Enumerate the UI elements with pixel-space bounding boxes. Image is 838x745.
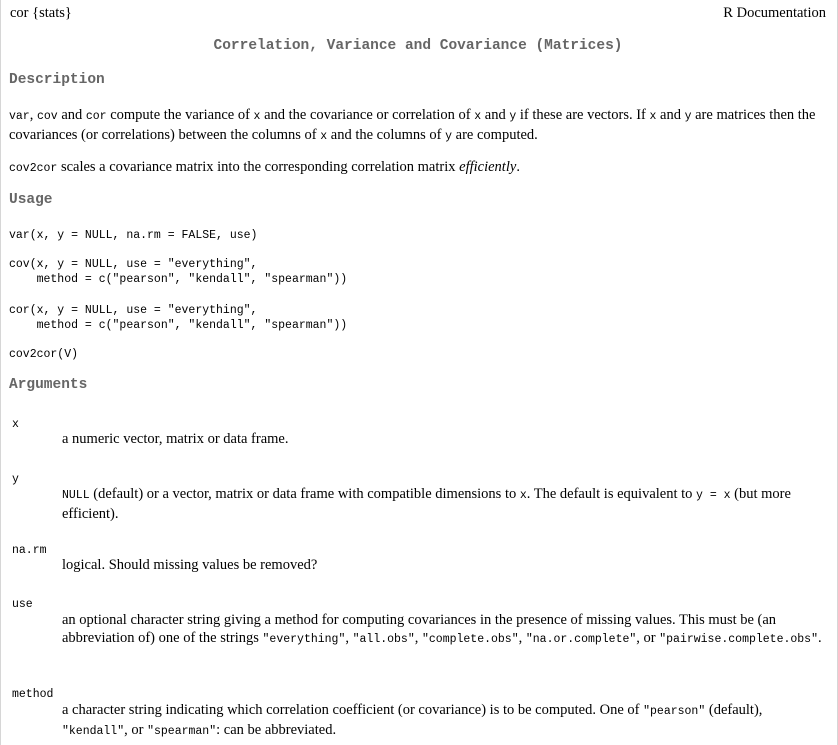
usage-heading: Usage (9, 192, 53, 208)
code-var: var (9, 110, 30, 123)
code-cov: cov (36, 110, 58, 123)
arg-desc-use: an optional character string giving a me… (62, 612, 822, 646)
arg-name-method: method (12, 688, 54, 701)
arg-name-y: y (12, 473, 19, 486)
arg-desc-narm: logical. Should missing values be remove… (62, 557, 318, 573)
description-heading: Description (9, 72, 105, 88)
arguments-heading: Arguments (9, 377, 88, 393)
usage-code-cov2cor: cov2cor(V) (9, 348, 79, 361)
usage-code-cor: cor(x, y = NULL, use = "everything", met… (9, 304, 348, 332)
source-label: R Documentation (723, 5, 826, 21)
arg-name-use: use (12, 598, 33, 611)
cov2cor-paragraph: cov2cor scales a covariance matrix into … (9, 159, 520, 175)
usage-code-var: var(x, y = NULL, na.rm = FALSE, use) (9, 229, 258, 242)
arg-name-narm: na.rm (12, 544, 47, 557)
code-cor: cor (85, 110, 107, 123)
arg-name-x: x (12, 418, 19, 431)
arg-desc-y: NULL (default) or a vector, matrix or da… (62, 486, 791, 522)
topic-label: cor {stats} (10, 5, 72, 21)
usage-code-cov: cov(x, y = NULL, use = "everything", met… (9, 258, 348, 286)
page-title: Correlation, Variance and Covariance (Ma… (213, 38, 623, 54)
arg-desc-x: a numeric vector, matrix or data frame. (62, 431, 289, 447)
arg-desc-method: a character string indicating which corr… (62, 702, 763, 738)
description-paragraph: var, cov and cor compute the variance of… (9, 107, 816, 143)
code-cov2cor: cov2cor (9, 162, 58, 175)
